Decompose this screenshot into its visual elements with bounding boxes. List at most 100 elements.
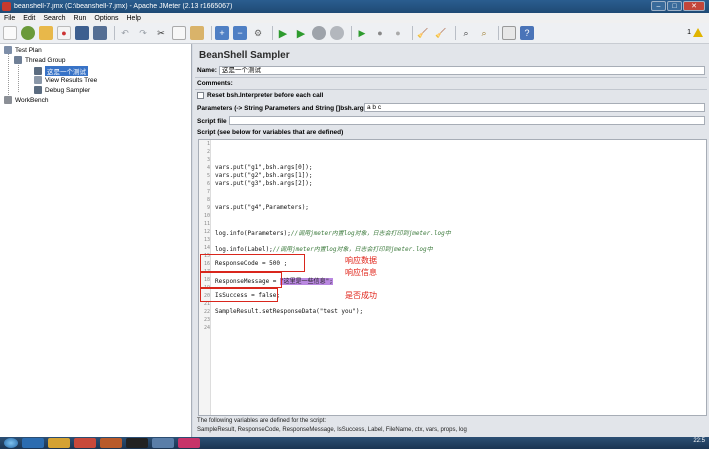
toolbar-separator [211, 26, 212, 40]
function-helper-icon[interactable] [502, 26, 516, 40]
code-line: vars.put("g1",bsh.args[0]); [215, 164, 313, 171]
close-icon[interactable]: ● [57, 26, 71, 40]
line-number: 9 [206, 205, 210, 211]
jmeter-app-icon [2, 2, 11, 11]
menu-help[interactable]: Help [123, 15, 145, 22]
add-icon[interactable]: + [215, 26, 229, 40]
menu-edit[interactable]: Edit [19, 15, 39, 22]
tree-node-beanshell-sampler[interactable]: 这是一个测试 [34, 66, 88, 76]
code-comment: //调用jmeter内置log对象，日志会打印到jmeter.log中 [272, 246, 433, 253]
redo-icon[interactable]: ↷ [136, 26, 150, 40]
menu-search[interactable]: Search [39, 15, 69, 22]
workbench-icon [4, 96, 12, 104]
code-line: vars.put("g2",bsh.args[1]); [215, 172, 313, 179]
tree-connector [18, 62, 19, 92]
save-icon[interactable] [75, 26, 89, 40]
script-row: Script (see below for variables that are… [197, 129, 343, 136]
footer-variables-title: The following variables are defined for … [197, 418, 327, 424]
tree-node-workbench[interactable]: WorkBench [4, 96, 48, 104]
reset-search-icon[interactable]: ⌕ [477, 26, 491, 40]
code-line: vars.put("g4",Parameters); [215, 204, 309, 211]
line-number: 7 [206, 189, 210, 195]
script-file-label: Script file [197, 118, 227, 125]
name-input[interactable]: 这是一个测试 [219, 66, 705, 75]
line-number: 12 [203, 229, 210, 235]
line-number: 2 [206, 149, 210, 155]
menu-options[interactable]: Options [90, 15, 122, 22]
sampler-pencil-icon [34, 86, 42, 94]
line-number: 10 [203, 213, 210, 219]
script-editor[interactable]: 1 2 3 4 5 6 7 8 9 10 11 12 13 14 15 16 1… [198, 139, 707, 416]
taskbar-explorer-icon[interactable] [48, 438, 70, 448]
script-file-input[interactable] [229, 116, 705, 125]
menu-run[interactable]: Run [70, 15, 91, 22]
close-window-button[interactable]: ✕ [683, 1, 705, 11]
annotation-response-info: 响应信息 [345, 268, 377, 277]
tree-node-debug-sampler[interactable]: Debug Sampler [34, 86, 90, 94]
save-as-icon[interactable] [93, 26, 107, 40]
cut-icon[interactable]: ✂ [154, 26, 168, 40]
minimize-button[interactable]: – [651, 1, 666, 11]
taskbar-ie-icon[interactable] [22, 438, 44, 448]
reset-interpreter-checkbox[interactable] [197, 92, 204, 99]
parameters-input[interactable]: a b c [364, 103, 705, 112]
help-icon[interactable]: ? [520, 26, 534, 40]
templates-icon[interactable] [21, 26, 35, 40]
start-icon[interactable]: ▶ [276, 26, 290, 40]
panel-title: BeanShell Sampler [199, 50, 290, 61]
new-icon[interactable] [3, 26, 17, 40]
toolbar-separator [114, 26, 115, 40]
line-number: 8 [206, 197, 210, 203]
name-label: Name: [197, 67, 217, 74]
copy-icon[interactable] [172, 26, 186, 40]
clear-all-icon[interactable]: 🧹 [434, 26, 448, 40]
menu-bar: File Edit Search Run Options Help [0, 13, 709, 23]
remote-shutdown-icon[interactable]: ● [391, 26, 405, 40]
remove-icon[interactable]: − [233, 26, 247, 40]
taskbar-clock: 22:5 [693, 438, 705, 444]
shutdown-icon[interactable] [330, 26, 344, 40]
taskbar-app-icon[interactable] [100, 438, 122, 448]
thread-group-icon [14, 56, 22, 64]
line-number: 23 [203, 317, 210, 323]
toggle-icon[interactable]: ⚙ [251, 26, 265, 40]
taskbar-chrome-icon[interactable] [74, 438, 96, 448]
warning-count: 1 [687, 29, 691, 36]
tree-node-test-plan[interactable]: Test Plan [4, 46, 42, 54]
taskbar-window-icon[interactable] [152, 438, 174, 448]
window-title: beanshell-7.jmx (C:\beanshell-7.jmx) - A… [14, 3, 233, 10]
start-no-pause-icon[interactable]: ▶ [294, 26, 308, 40]
maximize-button[interactable]: □ [667, 1, 682, 11]
open-icon[interactable] [39, 26, 53, 40]
warning-indicator[interactable]: 1 [687, 28, 703, 37]
tree-node-view-results-tree[interactable]: View Results Tree [34, 76, 97, 84]
comments-row: Comments: [197, 80, 233, 87]
taskbar-jmeter-icon[interactable] [178, 438, 200, 448]
clear-icon[interactable]: 🧹 [416, 26, 430, 40]
divider [195, 77, 707, 78]
parameters-row: Parameters (-> String Parameters and Str… [197, 105, 369, 112]
paste-icon[interactable] [190, 26, 204, 40]
start-button-icon[interactable] [4, 438, 18, 448]
divider [195, 89, 707, 90]
reset-row[interactable]: Reset bsh.Interpreter before each call [197, 92, 323, 99]
line-number: 24 [203, 325, 210, 331]
code-text: log.info(Label); [215, 246, 273, 253]
remote-stop-icon[interactable]: ● [373, 26, 387, 40]
window-titlebar: beanshell-7.jmx (C:\beanshell-7.jmx) - A… [0, 0, 709, 13]
search-icon[interactable]: ⌕ [459, 26, 473, 40]
toolbar-separator [351, 26, 352, 40]
footer-variables-list: SampleResult, ResponseCode, ResponseMess… [197, 427, 467, 433]
stop-icon[interactable] [312, 26, 326, 40]
tree-node-thread-group[interactable]: Thread Group [14, 56, 65, 64]
test-plan-tree: Test Plan Thread Group 这是一个测试 View Resul… [0, 44, 192, 437]
line-number: 4 [206, 165, 210, 171]
taskbar-console-icon[interactable] [126, 438, 148, 448]
line-number: 3 [206, 157, 210, 163]
toolbar-separator [498, 26, 499, 40]
menu-file[interactable]: File [0, 15, 19, 22]
remote-start-icon[interactable]: ▶ [355, 26, 369, 40]
undo-icon[interactable]: ↶ [118, 26, 132, 40]
line-number: 22 [203, 309, 210, 315]
toolbar: ● ↶ ↷ ✂ + − ⚙ ▶ ▶ ▶ ● ● 🧹 🧹 ⌕ ⌕ ? 1 [0, 23, 709, 44]
